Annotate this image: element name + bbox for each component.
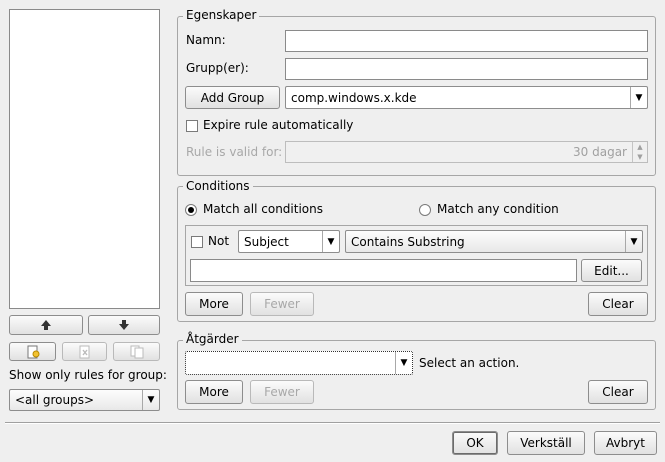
copy-rule-icon [130,345,143,358]
match-all-radio[interactable] [185,204,197,216]
conditions-more-button[interactable]: More [185,292,243,316]
spin-arrows-icon: ▲ ▼ [632,142,647,162]
arrow-up-icon [41,320,51,330]
expire-checkbox[interactable] [186,120,198,132]
actions-more-button[interactable]: More [185,380,243,404]
conditions-fewer-button[interactable]: Fewer [250,292,314,316]
move-up-button[interactable] [9,315,83,335]
cancel-button[interactable]: Avbryt [594,431,657,455]
actions-clear-button[interactable]: Clear [588,380,648,404]
not-label: Not [208,234,230,248]
group-filter-combo[interactable]: <all groups> ▼ [9,389,160,411]
valid-for-spinbox[interactable]: 30 dagar ▲ ▼ [285,141,648,163]
not-checkbox[interactable] [191,236,203,248]
new-rule-button[interactable] [9,342,56,361]
chevron-down-icon: ▼ [142,390,159,410]
name-label: Namn: [186,33,226,47]
delete-rule-button[interactable] [62,342,107,361]
copy-rule-button[interactable] [113,342,160,361]
actions-title: Åtgärder [183,332,242,346]
delete-rule-icon [79,345,89,358]
chevron-down-icon: ▼ [625,231,642,252]
match-any-radio[interactable] [419,204,431,216]
conditions-title: Conditions [183,179,253,193]
expire-label: Expire rule automatically [203,118,354,132]
groups-input[interactable] [285,58,648,80]
group-filter-value: <all groups> [15,393,95,407]
operator-combo[interactable]: Contains Substring ▼ [345,230,643,253]
arrow-down-icon [119,320,129,330]
match-any-label: Match any condition [437,202,559,216]
properties-title: Egenskaper [183,8,260,22]
new-rule-icon [27,345,39,358]
operator-value: Contains Substring [351,234,465,249]
action-hint: Select an action. [419,356,520,370]
ok-button[interactable]: OK [452,431,498,455]
valid-for-value: 30 dagar [573,145,627,159]
valid-for-label: Rule is valid for: [186,145,283,159]
rules-list[interactable] [9,9,160,309]
move-down-button[interactable] [88,315,160,335]
conditions-clear-button[interactable]: Clear [588,292,648,316]
name-input[interactable] [285,30,648,52]
actions-fewer-button[interactable]: Fewer [250,380,314,404]
footer-separator [5,422,660,424]
field-combo[interactable]: Subject ▼ [238,230,340,253]
apply-button[interactable]: Verkställ [507,431,585,455]
chevron-down-icon: ▼ [322,231,339,252]
groups-label: Grupp(er): [186,61,249,75]
group-combo-value: comp.windows.x.kde [291,90,417,105]
field-value: Subject [244,234,289,249]
action-combo[interactable]: ▼ [185,351,413,375]
add-group-button[interactable]: Add Group [185,86,280,109]
group-combo[interactable]: comp.windows.x.kde ▼ [285,86,648,109]
group-filter-label: Show only rules for group: [9,368,167,382]
chevron-down-icon: ▼ [395,352,412,374]
pattern-input[interactable] [190,259,577,282]
chevron-down-icon: ▼ [630,87,647,108]
match-all-label: Match all conditions [203,202,323,216]
edit-button[interactable]: Edit... [581,259,642,282]
